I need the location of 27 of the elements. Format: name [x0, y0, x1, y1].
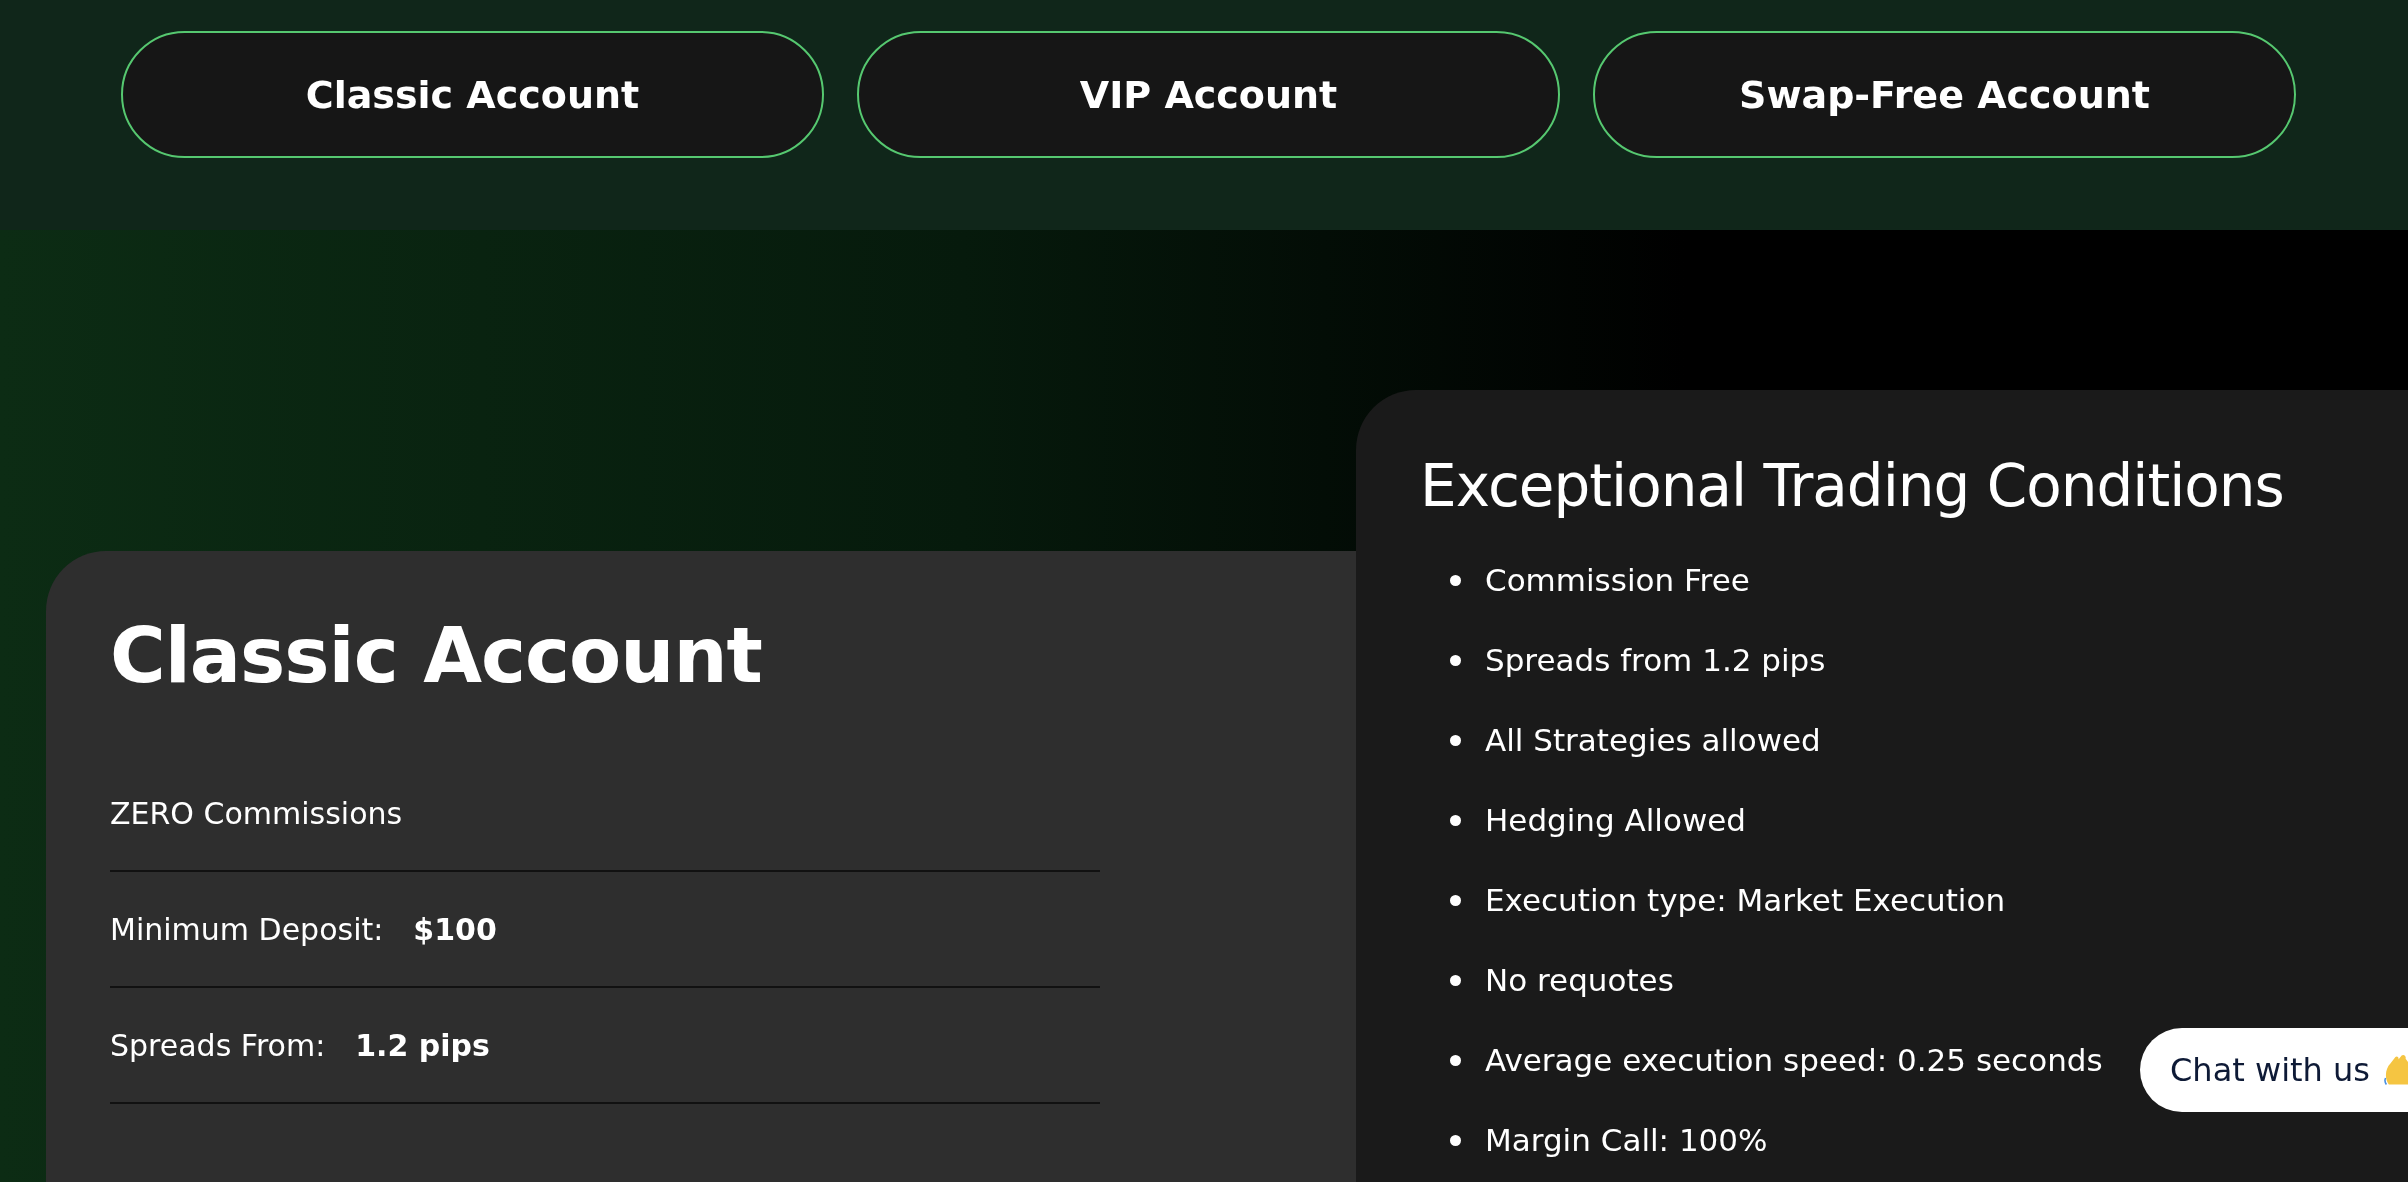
- bullet-icon: [1450, 1054, 1461, 1066]
- conditions-title: Exceptional Trading Conditions: [1420, 452, 2285, 520]
- condition-text: Execution type: Market Execution: [1485, 882, 2006, 918]
- bullet-icon: [1450, 814, 1461, 826]
- account-tab[interactable]: VIP Account: [857, 31, 1560, 158]
- condition-text: Hedging Allowed: [1485, 802, 1747, 838]
- bullet-icon: [1450, 1134, 1461, 1146]
- bullet-icon: [1450, 974, 1461, 986]
- row-value: 1.2 pips: [355, 1027, 490, 1063]
- condition-text: Margin Call: 100%: [1485, 1122, 1768, 1158]
- condition-text: Average execution speed: 0.25 seconds: [1485, 1042, 2103, 1078]
- row-label: Spreads From:: [110, 1027, 326, 1063]
- bullet-icon: [1450, 654, 1461, 666]
- account-tab[interactable]: Classic Account: [121, 31, 824, 158]
- bullet-icon: [1450, 734, 1461, 746]
- condition-text: Commission Free: [1485, 562, 1750, 598]
- chat-button[interactable]: Chat with us: [2140, 1028, 2408, 1112]
- bullet-icon: [1450, 574, 1461, 586]
- row-label: ZERO Commissions: [110, 795, 403, 831]
- bullet-icon: [1450, 894, 1461, 906]
- condition-text: All Strategies allowed: [1485, 722, 1821, 758]
- card-title: Classic Account: [110, 611, 763, 700]
- row-label: Minimum Deposit:: [110, 911, 384, 947]
- account-tab[interactable]: Swap-Free Account: [1593, 31, 2296, 158]
- condition-text: No requotes: [1485, 962, 1674, 998]
- row-value: $100: [413, 911, 497, 947]
- condition-text: Spreads from 1.2 pips: [1485, 642, 1826, 678]
